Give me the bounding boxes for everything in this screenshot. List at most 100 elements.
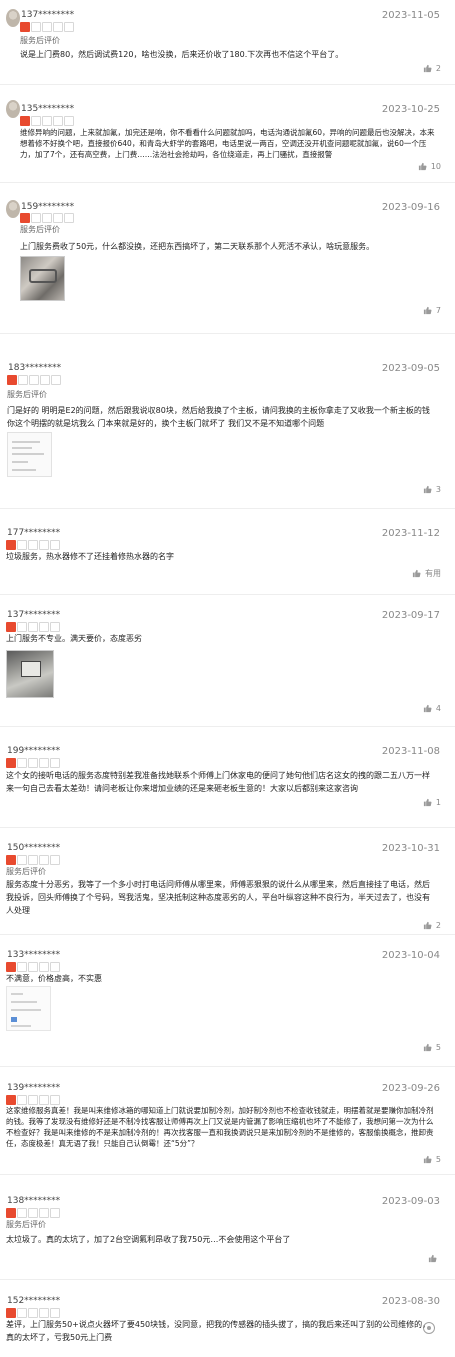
star-icon <box>17 540 27 550</box>
review-card: 137******** 2023-11-05 服务后评价 说是上门费80，然后调… <box>0 0 455 85</box>
review-card: 152******** 2023-08-30 差评，上门服务50+说点火器坏了要… <box>0 1288 455 1357</box>
star-icon <box>28 962 38 972</box>
star-icon <box>20 116 30 126</box>
watermark <box>423 1322 435 1334</box>
star-rating <box>20 22 74 32</box>
avatar[interactable] <box>6 9 20 27</box>
star-rating <box>20 213 74 223</box>
thumbs-up-icon <box>423 798 432 807</box>
star-icon <box>28 758 38 768</box>
star-icon <box>6 1308 16 1318</box>
thumbs-up-icon <box>423 306 432 315</box>
star-rating <box>6 622 60 632</box>
review-date: 2023-09-17 <box>381 610 440 621</box>
review-date: 2023-09-05 <box>381 363 440 374</box>
review-card: 159******** 2023-09-16 服务后评价 上门服务费收了50元，… <box>0 184 455 334</box>
like-button[interactable]: 10 <box>418 162 441 171</box>
review-card: 138******** 2023-09-03 服务后评价 太垃圾了。真的太坑了，… <box>0 1190 455 1280</box>
like-button[interactable] <box>428 1254 441 1263</box>
star-icon <box>17 1208 27 1218</box>
like-button[interactable]: 4 <box>423 704 441 713</box>
review-date: 2023-10-31 <box>381 843 440 854</box>
avatar[interactable] <box>6 100 20 118</box>
reviewer-id: 133******** <box>7 950 61 960</box>
star-icon <box>50 855 60 865</box>
star-icon <box>39 540 49 550</box>
star-icon <box>17 1308 27 1318</box>
thumbs-up-icon <box>423 64 432 73</box>
review-card: 133******** 2023-10-04 不满意，价格虚高，不实惠 5 <box>0 942 455 1067</box>
star-rating <box>6 540 60 550</box>
review-text: 服务态度十分恶劣，我等了一个多小时打电话问师傅从哪里来，师傅恶狠狠的说什么从哪里… <box>6 880 430 915</box>
star-icon <box>7 375 17 385</box>
like-button[interactable]: 2 <box>423 64 441 73</box>
review-text: 上门服务不专业。满天要价，态度恶劣 <box>6 634 142 643</box>
review-text: 门是好的 明明是E2的问题，然后跟我说収80块，然后给我换了个主板，请问我换的主… <box>7 406 430 428</box>
review-card: 199******** 2023-11-08 这个女的接听电话的服务态度特别差我… <box>0 738 455 828</box>
star-icon <box>31 22 41 32</box>
star-rating <box>7 375 61 385</box>
star-icon <box>53 116 63 126</box>
star-icon <box>64 116 74 126</box>
star-icon <box>50 540 60 550</box>
thumbs-up-icon <box>418 162 427 171</box>
review-photo[interactable] <box>6 650 54 698</box>
star-rating <box>6 1208 60 1218</box>
star-rating <box>6 758 60 768</box>
star-icon <box>28 1095 38 1105</box>
review-tag: 服务后评价 <box>6 1220 46 1229</box>
star-icon <box>53 22 63 32</box>
star-rating <box>6 1095 60 1105</box>
review-card: 139******** 2023-09-26 这家维修服务真差！我是叫来维修冰箱… <box>0 1075 455 1175</box>
thumbs-up-icon <box>423 1155 432 1164</box>
star-icon <box>20 213 30 223</box>
star-icon <box>39 1308 49 1318</box>
review-date: 2023-08-30 <box>381 1296 440 1307</box>
star-icon <box>51 375 61 385</box>
like-button[interactable]: 2 <box>423 921 441 930</box>
reviewer-id: 199******** <box>7 746 61 756</box>
like-count: 3 <box>435 485 441 494</box>
review-photo[interactable] <box>7 432 52 477</box>
like-button[interactable]: 有用 <box>412 568 441 579</box>
reviewer-id: 139******** <box>7 1083 61 1093</box>
star-icon <box>6 622 16 632</box>
star-icon <box>39 962 49 972</box>
reviewer-id: 152******** <box>7 1296 61 1306</box>
reviewer-id: 135******** <box>21 104 75 114</box>
thumbs-up-icon <box>423 704 432 713</box>
star-icon <box>39 1208 49 1218</box>
star-icon <box>20 22 30 32</box>
review-text: 太垃圾了。真的太坑了，加了2台空调氟利昂收了我750元…不会使用这个平台了 <box>6 1235 291 1244</box>
star-icon <box>50 622 60 632</box>
like-count: 2 <box>435 921 441 930</box>
star-icon <box>17 962 27 972</box>
review-date: 2023-11-12 <box>381 528 440 539</box>
like-button[interactable]: 1 <box>423 798 441 807</box>
review-date: 2023-09-16 <box>381 202 440 213</box>
star-icon <box>28 540 38 550</box>
review-text: 上门服务费收了50元，什么都没换，还把东西搞坏了，第二天联系那个人死活不承认，啥… <box>20 242 375 251</box>
review-tag: 服务后评价 <box>7 390 47 399</box>
like-button[interactable]: 5 <box>423 1155 441 1164</box>
like-button[interactable]: 3 <box>423 485 441 494</box>
like-count: 5 <box>435 1155 441 1164</box>
reviewer-id: 177******** <box>7 528 61 538</box>
review-tag: 服务后评价 <box>20 36 60 45</box>
like-button[interactable]: 5 <box>423 1043 441 1052</box>
like-button[interactable]: 7 <box>423 306 441 315</box>
review-date: 2023-10-04 <box>381 950 440 961</box>
thumbs-up-icon <box>428 1254 437 1263</box>
like-count: 4 <box>435 704 441 713</box>
star-icon <box>31 116 41 126</box>
star-icon <box>50 1208 60 1218</box>
star-icon <box>42 116 52 126</box>
like-count: 7 <box>435 306 441 315</box>
review-photo[interactable] <box>6 986 51 1031</box>
star-icon <box>53 213 63 223</box>
avatar[interactable] <box>6 200 20 218</box>
like-count: 2 <box>435 64 441 73</box>
star-icon <box>64 213 74 223</box>
star-icon <box>17 758 27 768</box>
review-photo[interactable] <box>20 256 65 301</box>
